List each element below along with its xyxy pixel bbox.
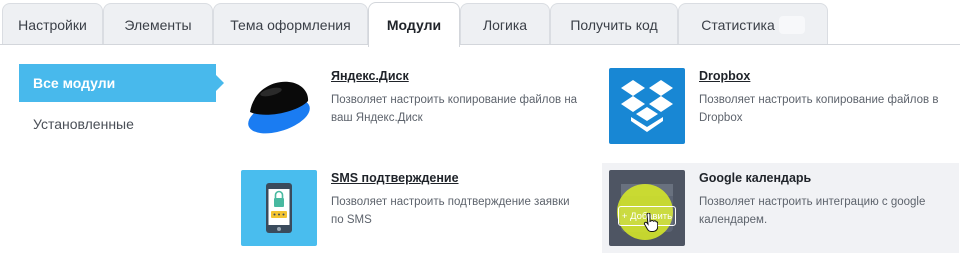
module-card-yandex-disk[interactable]: Яндекс.Диск Позволяет настроить копирова… — [234, 61, 591, 151]
sms-phone-icon — [241, 170, 317, 246]
tab-modules[interactable]: Модули — [368, 2, 460, 47]
module-description: Позволяет настроить интеграцию с google … — [699, 196, 926, 226]
tab-theme[interactable]: Тема оформления — [213, 3, 368, 45]
tab-statistics[interactable]: Статистика — [678, 3, 828, 45]
module-card-google-calendar[interactable]: + Добавить Google календарь Позволяет на… — [602, 163, 959, 253]
tab-elements[interactable]: Элементы — [103, 3, 213, 45]
blurred-badge — [778, 15, 805, 34]
tab-settings[interactable]: Настройки — [2, 3, 103, 45]
module-description: Позволяет настроить копирование файлов н… — [331, 94, 578, 124]
module-card-dropbox[interactable]: Dropbox Позволяет настроить копирование … — [602, 61, 959, 151]
tab-get-code[interactable]: Получить код — [550, 3, 678, 45]
module-title[interactable]: Яндекс.Диск — [331, 69, 409, 83]
tab-logic[interactable]: Логика — [460, 3, 550, 45]
google-calendar-icon: + Добавить — [609, 170, 685, 246]
sidebar-item-all-modules[interactable]: Все модули — [19, 64, 224, 102]
module-title[interactable]: Google календарь — [699, 171, 811, 185]
module-card-sms[interactable]: SMS подтверждение Позволяет настроить по… — [234, 163, 591, 253]
module-description: Позволяет настроить копирование файлов в… — [699, 94, 939, 124]
module-title[interactable]: SMS подтверждение — [331, 171, 459, 185]
module-title[interactable]: Dropbox — [699, 69, 750, 83]
yandex-disk-icon — [241, 68, 317, 144]
dropbox-icon — [609, 68, 685, 144]
sidebar-item-installed[interactable]: Установленные — [19, 105, 216, 143]
hand-cursor-icon — [643, 213, 658, 232]
tab-bar: Настройки Элементы Тема оформления Модул… — [0, 0, 960, 47]
module-description: Позволяет настроить подтверждение заявки… — [331, 196, 570, 226]
modules-panel: Все модули Установленные Яндекс.Диск Поз… — [0, 45, 960, 259]
